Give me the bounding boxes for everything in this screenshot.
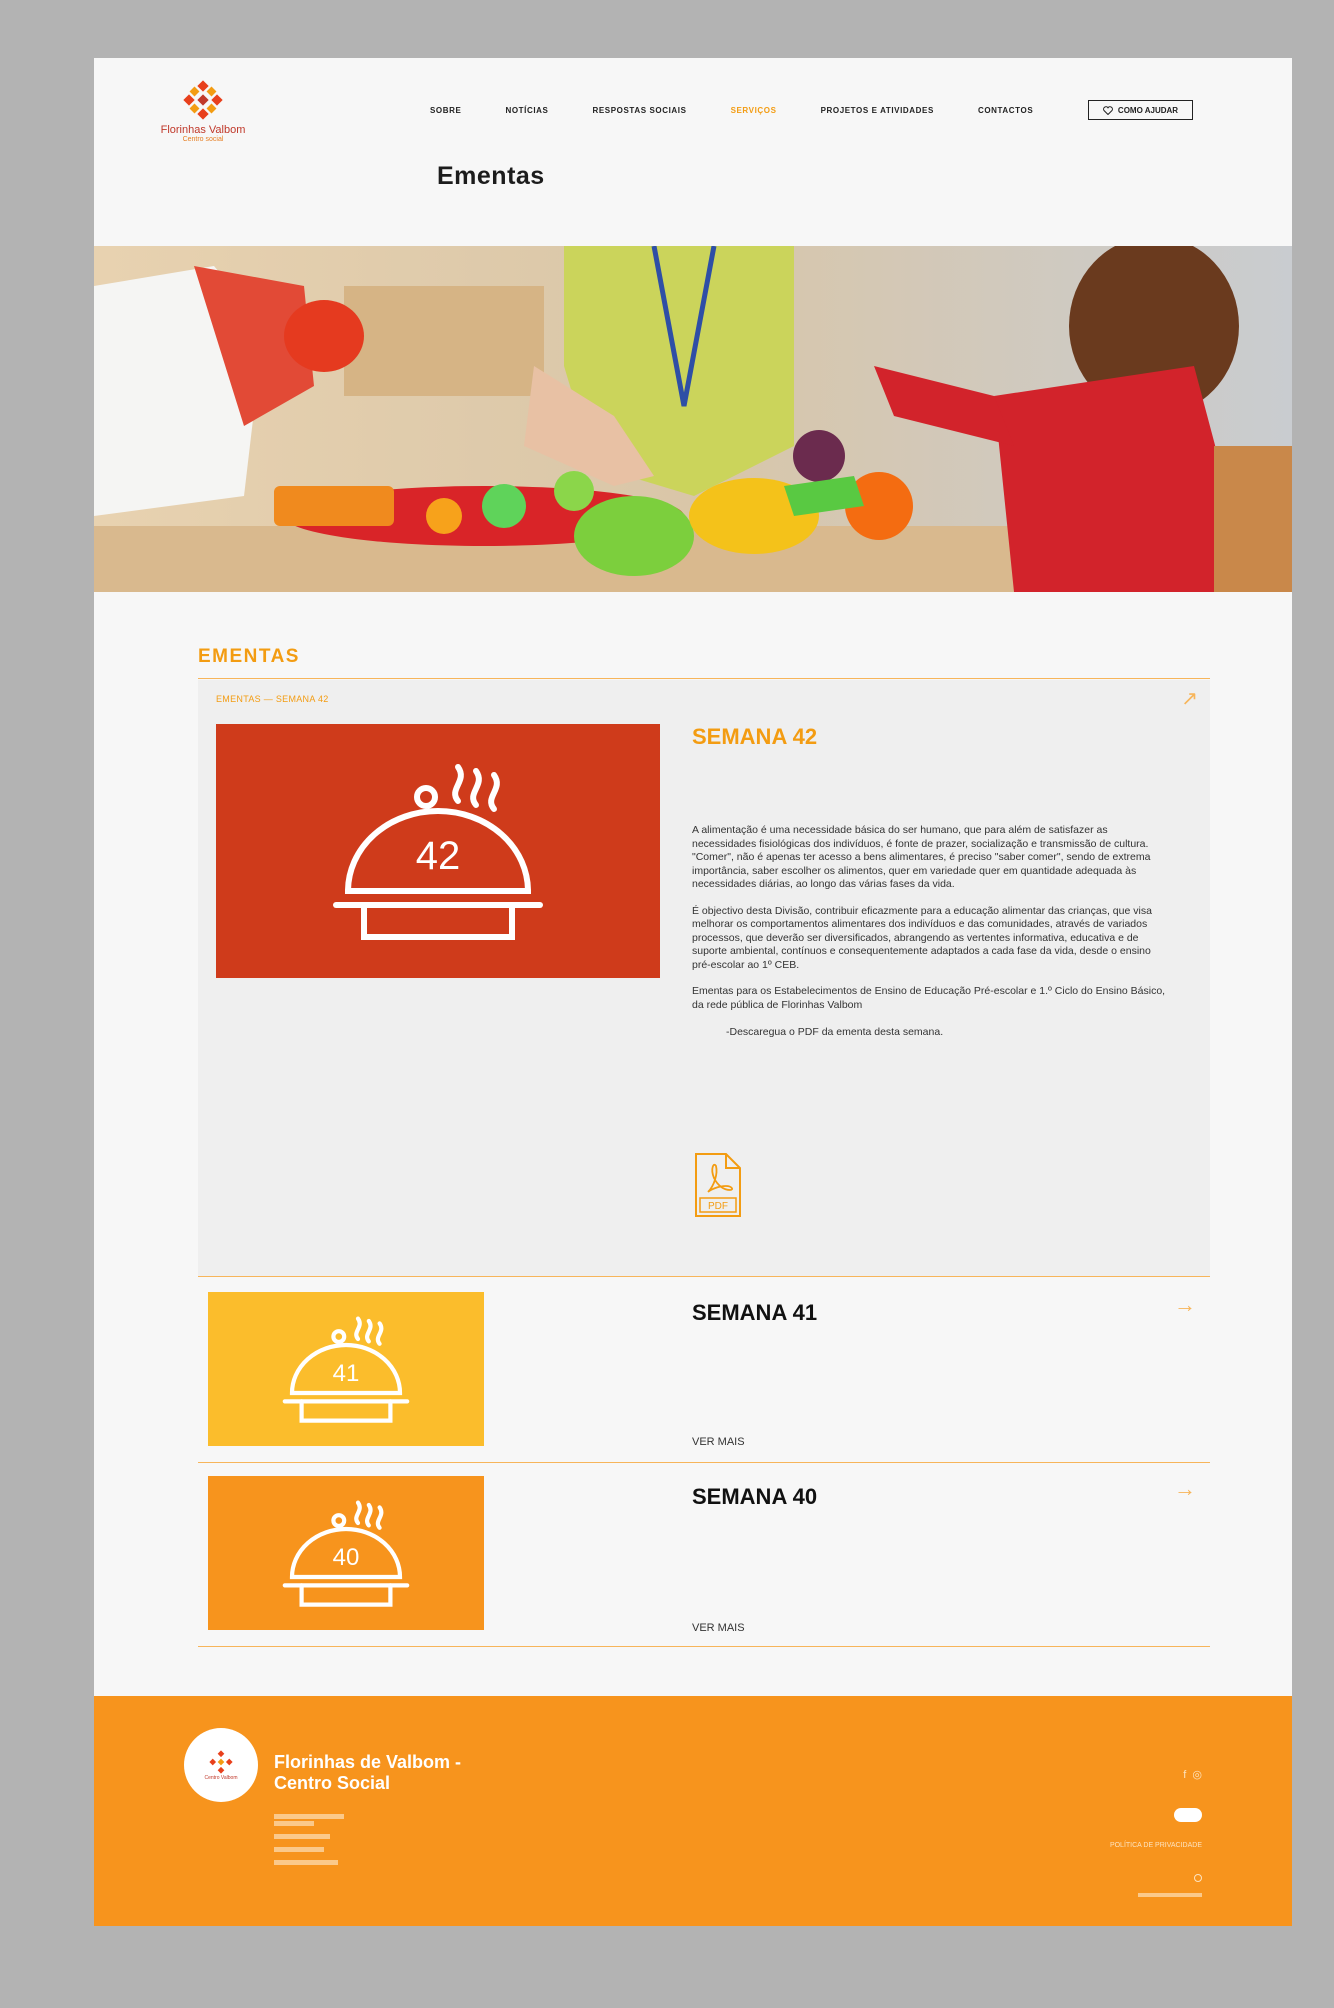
logo-subtitle: Centro social xyxy=(182,136,224,143)
hero-image xyxy=(94,246,1292,592)
instagram-icon[interactable]: ◎ xyxy=(1192,1769,1202,1781)
cloche-icon: 42 xyxy=(333,764,543,940)
nav-item-projetos[interactable]: PROJETOS E ATIVIDADES xyxy=(821,106,934,115)
pdf-label: PDF xyxy=(708,1201,728,1212)
section-divider xyxy=(198,678,1210,679)
week-40-see-more[interactable]: VER MAIS xyxy=(692,1622,745,1634)
featured-paragraph: Ementas para os Estabelecimentos de Ensi… xyxy=(692,985,1166,1011)
breadcrumb[interactable]: EMENTAS — SEMANA 42 xyxy=(216,694,329,704)
footer-contact-info xyxy=(274,1810,344,1873)
footer-org-name: Florinhas de Valbom - Centro Social xyxy=(274,1752,461,1794)
footer: Centro Valbom Florinhas de Valbom - Cent… xyxy=(94,1696,1292,1926)
footer-name-line: Florinhas de Valbom - xyxy=(274,1752,462,1772)
download-text: -Descaregua o PDF da ementa desta semana… xyxy=(726,1026,944,1038)
logo-flower-icon xyxy=(183,80,223,120)
featured-heading: SEMANA 42 xyxy=(692,724,818,749)
logo-flower-icon xyxy=(209,1750,233,1774)
heart-icon xyxy=(1103,105,1113,115)
week-41-image: 41 xyxy=(208,1292,484,1446)
week-41-number: 41 xyxy=(333,1360,360,1387)
nav-item-servicos[interactable]: SERVIÇOS xyxy=(731,106,777,115)
footer-credit xyxy=(1138,1892,1202,1899)
privacy-policy-link[interactable]: POLÍTICA DE PRIVACIDADE xyxy=(1110,1842,1202,1849)
week-42-image: 42 xyxy=(216,724,660,978)
cloche-icon: 40 xyxy=(282,1500,410,1607)
featured-menu-card: EMENTAS — SEMANA 42 ↗ 42 SEMANA 42 A ali… xyxy=(198,680,1210,1276)
cloche-icon: 41 xyxy=(282,1316,410,1423)
week-41-title[interactable]: SEMANA 41 xyxy=(692,1300,817,1326)
featured-paragraph: A alimentação é uma necessidade básica d… xyxy=(692,824,1151,890)
footer-name-line: Centro Social xyxy=(274,1773,391,1793)
footer-logo[interactable]: Centro Valbom xyxy=(184,1728,258,1802)
arrow-right-icon[interactable]: → xyxy=(1174,1292,1196,1318)
nav-item-contactos[interactable]: CONTACTOS xyxy=(978,106,1033,115)
list-item-week-41[interactable]: 41 SEMANA 41 → VER MAIS xyxy=(198,1276,1210,1462)
facebook-icon[interactable]: f xyxy=(1183,1769,1186,1781)
site-logo[interactable]: Florinhas Valbom Centro social xyxy=(148,78,258,143)
footer-small-mark xyxy=(1194,1874,1202,1884)
nav-item-noticias[interactable]: NOTÍCIAS xyxy=(505,106,548,115)
week-40-title[interactable]: SEMANA 40 xyxy=(692,1484,817,1510)
featured-paragraph: É objectivo desta Divisão, contribuir ef… xyxy=(692,904,1152,971)
week-40-number: 40 xyxy=(333,1544,360,1571)
week-41-see-more[interactable]: VER MAIS xyxy=(692,1436,745,1448)
help-button[interactable]: COMO AJUDAR xyxy=(1088,100,1193,120)
row-divider xyxy=(198,1646,1210,1647)
footer-logo-text: Centro Valbom xyxy=(204,1775,238,1781)
nav-item-respostas-sociais[interactable]: RESPOSTAS SOCIAIS xyxy=(592,106,686,115)
page-title: Ementas xyxy=(437,162,545,190)
nav-item-sobre[interactable]: SOBRE xyxy=(430,106,461,115)
section-title: EMENTAS xyxy=(198,646,300,667)
arrow-up-right-icon[interactable]: ↗ xyxy=(1181,686,1198,711)
list-item-week-40[interactable]: 40 SEMANA 40 → VER MAIS xyxy=(198,1462,1210,1648)
logo-name: Florinhas Valbom xyxy=(160,124,246,136)
help-button-label: COMO AJUDAR xyxy=(1117,105,1179,115)
week-42-number: 42 xyxy=(416,834,461,878)
main-nav: SOBRE NOTÍCIAS RESPOSTAS SOCIAIS SERVIÇO… xyxy=(430,106,1077,115)
partner-logo xyxy=(1174,1808,1202,1824)
page: Florinhas Valbom Centro social SOBRE NOT… xyxy=(94,58,1292,1926)
featured-description: A alimentação é uma necessidade básica d… xyxy=(692,824,1172,1053)
arrow-right-icon[interactable]: → xyxy=(1174,1476,1196,1502)
pdf-download-icon[interactable]: PDF xyxy=(692,1152,744,1218)
social-links: f ◎ xyxy=(1183,1768,1202,1781)
week-40-image: 40 xyxy=(208,1476,484,1630)
